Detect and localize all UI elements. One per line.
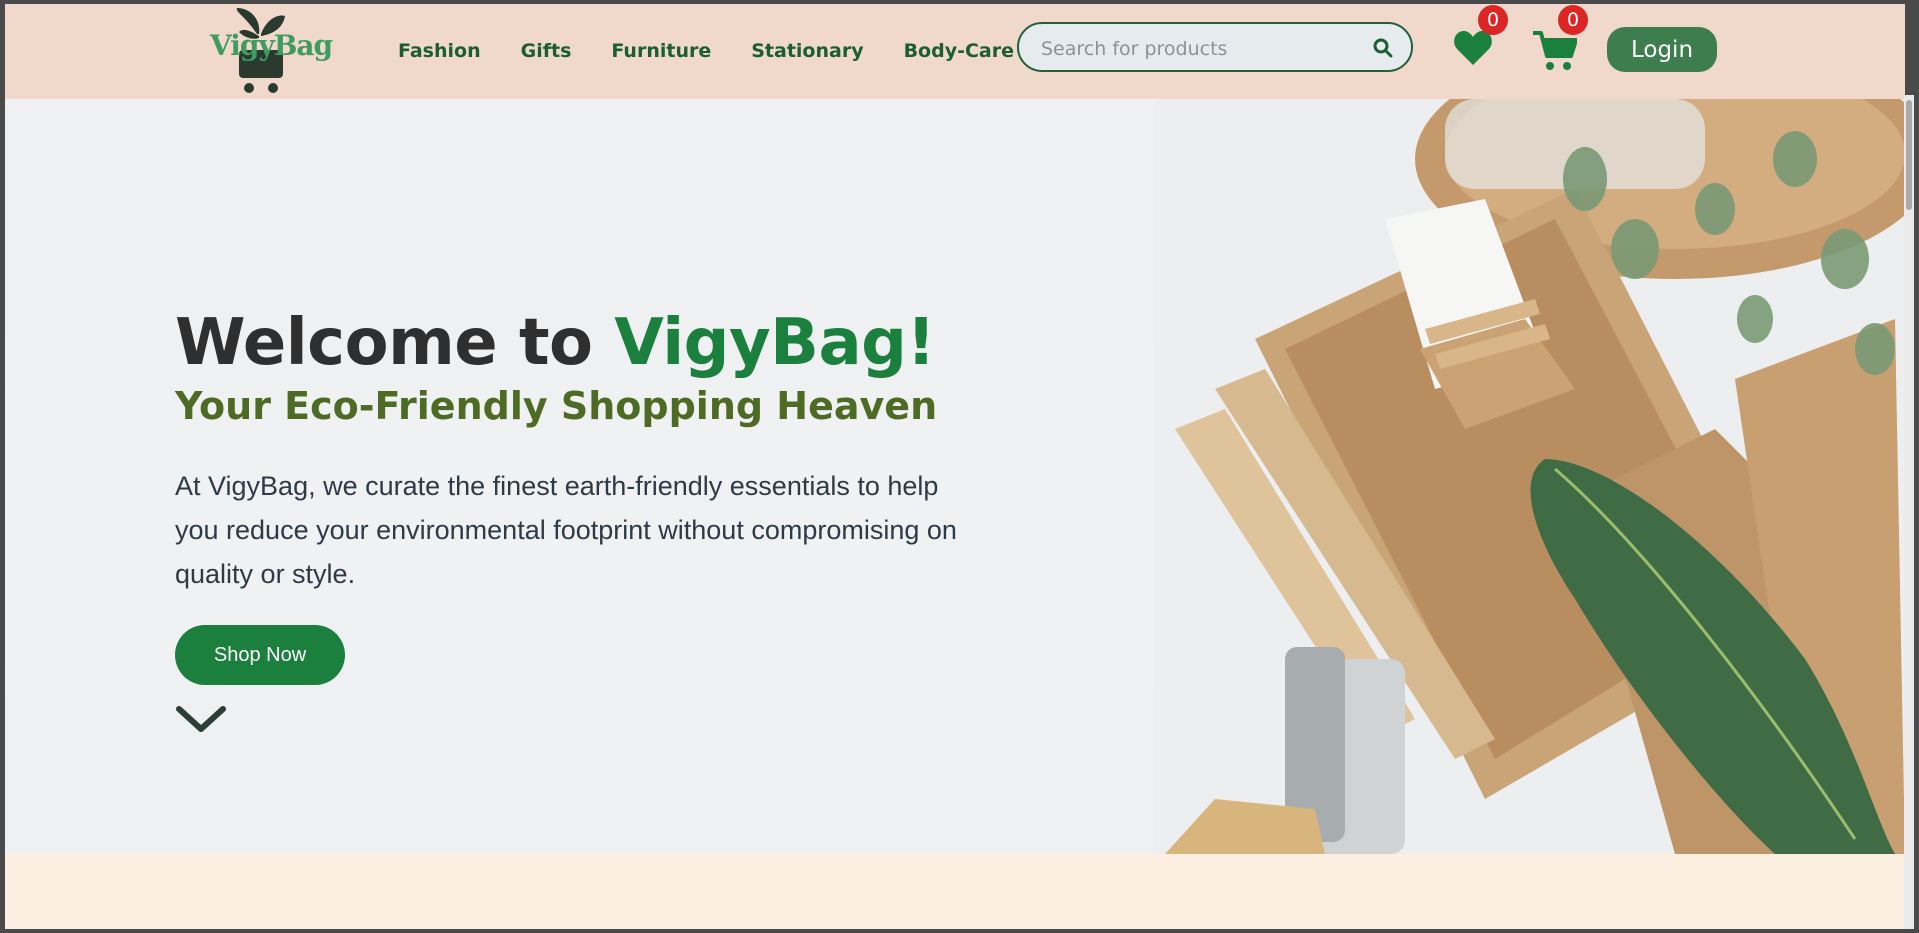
cart-icon — [1533, 31, 1578, 70]
scrollbar-thumb[interactable] — [1906, 100, 1912, 210]
nav-item-body-care[interactable]: Body-Care — [904, 40, 1014, 62]
login-button[interactable]: Login — [1607, 27, 1717, 72]
hero-title: Welcome to VigyBag! — [175, 306, 936, 380]
wishlist-count-badge: 0 — [1478, 5, 1508, 35]
nav-item-furniture[interactable]: Furniture — [611, 40, 711, 62]
cart-button[interactable] — [1533, 30, 1579, 74]
cart-count-badge: 0 — [1558, 5, 1588, 35]
search-bar — [1017, 22, 1413, 72]
shop-now-button[interactable]: Shop Now — [175, 625, 345, 685]
site-header: VigyBag Fashion Gifts Furniture Stationa… — [5, 4, 1905, 99]
search-icon[interactable] — [1373, 38, 1393, 58]
eco-products-image — [1155, 99, 1905, 854]
chevron-down-icon[interactable] — [175, 705, 227, 735]
next-section-strip — [5, 854, 1905, 929]
hero-subtitle: Your Eco-Friendly Shopping Heaven — [175, 384, 938, 428]
main-nav: Fashion Gifts Furniture Stationary Body-… — [398, 40, 1054, 62]
logo-text: VigyBag — [210, 29, 333, 62]
hero-title-brand: VigyBag! — [614, 306, 936, 380]
scrollbar-track[interactable] — [1904, 95, 1914, 929]
nav-item-stationary[interactable]: Stationary — [751, 40, 863, 62]
wishlist-button[interactable] — [1453, 30, 1497, 70]
hero-section: Welcome to VigyBag! Your Eco-Friendly Sh… — [5, 99, 1905, 854]
browser-page: VigyBag Fashion Gifts Furniture Stationa… — [5, 4, 1905, 929]
hero-title-prefix: Welcome to — [175, 306, 615, 380]
nav-item-gifts[interactable]: Gifts — [521, 40, 572, 62]
heart-icon — [1454, 31, 1492, 65]
hero-description: At VigyBag, we curate the finest earth-f… — [175, 471, 957, 589]
nav-item-fashion[interactable]: Fashion — [398, 40, 481, 62]
search-input[interactable] — [1039, 34, 1363, 64]
